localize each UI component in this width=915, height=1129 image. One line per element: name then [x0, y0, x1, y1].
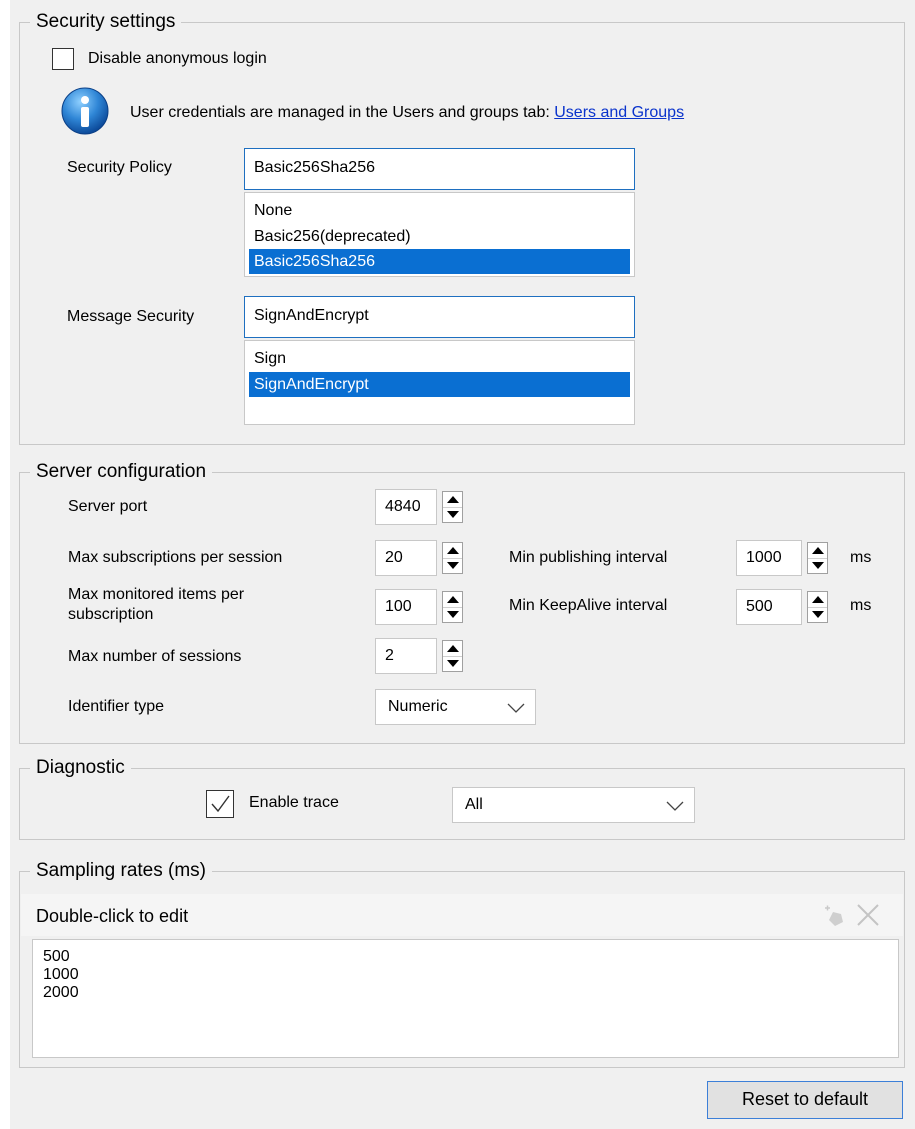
info-text: User credentials are managed in the User… [130, 104, 555, 121]
message-option-sign[interactable]: Sign [249, 346, 630, 371]
increment-icon[interactable] [443, 492, 462, 508]
diagnostic-group: Diagnostic Enable trace All [19, 756, 905, 840]
list-item[interactable]: 1000 [43, 966, 898, 984]
security-settings-legend: Security settings [30, 10, 182, 34]
max-subscriptions-spinner[interactable]: 20 [375, 540, 463, 576]
checkmark-icon [211, 795, 230, 813]
server-configuration-group: Server configuration Server port 4840 Ma… [19, 460, 905, 744]
min-keepalive-interval-spin-buttons[interactable] [807, 591, 828, 623]
min-publishing-interval-spin-buttons[interactable] [807, 542, 828, 574]
min-publishing-interval-spinner[interactable]: 1000 [736, 540, 828, 576]
chevron-down-icon [666, 801, 684, 811]
increment-icon[interactable] [443, 543, 462, 559]
decrement-icon[interactable] [808, 607, 827, 622]
server-port-label: Server port [68, 498, 148, 515]
increment-icon[interactable] [808, 592, 827, 608]
policy-option-basic256sha256[interactable]: Basic256Sha256 [249, 249, 630, 274]
security-policy-list[interactable]: None Basic256(deprecated) Basic256Sha256 [244, 192, 635, 277]
identifier-type-select[interactable]: Numeric [375, 689, 536, 725]
decrement-icon[interactable] [443, 507, 462, 522]
decrement-icon[interactable] [443, 558, 462, 573]
sampling-rates-group: Sampling rates (ms) Double-click to edit… [19, 859, 905, 1068]
max-subscriptions-label: Max subscriptions per session [68, 549, 283, 566]
increment-icon[interactable] [443, 592, 462, 608]
info-icon [60, 86, 110, 136]
sampling-rates-list[interactable]: 500 1000 2000 [32, 939, 899, 1058]
add-icon[interactable] [821, 902, 847, 928]
max-sessions-value: 2 [385, 647, 394, 664]
identifier-type-value: Numeric [388, 698, 448, 715]
decrement-icon[interactable] [443, 607, 462, 622]
max-monitored-items-spinner[interactable]: 100 [375, 589, 463, 625]
message-security-label: Message Security [67, 308, 195, 325]
min-publishing-interval-value: 1000 [746, 549, 782, 566]
disable-anonymous-label: Disable anonymous login [88, 50, 267, 67]
max-monitored-items-value: 100 [385, 598, 412, 615]
max-monitored-items-label: Max monitored items per subscription [68, 586, 245, 623]
list-item[interactable]: 500 [43, 948, 898, 966]
max-subscriptions-value: 20 [385, 549, 403, 566]
increment-icon[interactable] [443, 641, 462, 657]
min-publishing-interval-unit: ms [850, 549, 872, 566]
trace-level-value: All [465, 796, 483, 813]
list-item[interactable]: 2000 [43, 984, 898, 1002]
opcua-settings-panel: Security settings Disable anonymous logi… [10, 0, 915, 1129]
users-and-groups-link[interactable]: Users and Groups [554, 104, 684, 121]
security-policy-label: Security Policy [67, 159, 172, 176]
info-message: User credentials are managed in the User… [130, 103, 684, 123]
sampling-rates-header: Double-click to edit [21, 894, 903, 936]
decrement-icon[interactable] [808, 558, 827, 573]
reset-to-default-button[interactable]: Reset to default [707, 1081, 903, 1119]
max-subscriptions-spin-buttons[interactable] [442, 542, 463, 574]
increment-icon[interactable] [808, 543, 827, 559]
min-keepalive-interval-value: 500 [746, 598, 773, 615]
message-security-list[interactable]: Sign SignAndEncrypt [244, 340, 635, 425]
policy-option-none[interactable]: None [249, 198, 630, 223]
max-sessions-spin-buttons[interactable] [442, 640, 463, 672]
sampling-rates-legend: Sampling rates (ms) [30, 859, 212, 883]
identifier-type-label: Identifier type [68, 698, 165, 715]
chevron-down-icon [507, 703, 525, 713]
message-security-field[interactable]: SignAndEncrypt [244, 296, 635, 338]
trace-level-select[interactable]: All [452, 787, 695, 823]
max-sessions-label: Max number of sessions [68, 648, 242, 665]
server-configuration-legend: Server configuration [30, 460, 213, 484]
server-port-value: 4840 [385, 498, 421, 515]
min-keepalive-interval-spinner[interactable]: 500 [736, 589, 828, 625]
enable-trace-checkbox[interactable] [206, 790, 234, 818]
server-port-spinner[interactable]: 4840 [375, 489, 463, 525]
max-monitored-items-spin-buttons[interactable] [442, 591, 463, 623]
enable-trace-label: Enable trace [249, 794, 339, 811]
diagnostic-legend: Diagnostic [30, 756, 131, 780]
min-keepalive-interval-label: Min KeepAlive interval [509, 597, 668, 614]
min-keepalive-interval-unit: ms [850, 597, 872, 614]
min-publishing-interval-label: Min publishing interval [509, 549, 668, 566]
policy-option-basic256[interactable]: Basic256(deprecated) [249, 224, 630, 249]
disable-anonymous-checkbox[interactable] [52, 48, 74, 70]
server-port-spin-buttons[interactable] [442, 491, 463, 523]
max-sessions-spinner[interactable]: 2 [375, 638, 463, 674]
decrement-icon[interactable] [443, 656, 462, 671]
delete-icon[interactable] [855, 902, 881, 928]
security-policy-field[interactable]: Basic256Sha256 [244, 148, 635, 190]
security-settings-group: Security settings Disable anonymous logi… [19, 10, 905, 445]
sampling-header-text: Double-click to edit [36, 906, 189, 926]
message-option-signandencrypt[interactable]: SignAndEncrypt [249, 372, 630, 397]
